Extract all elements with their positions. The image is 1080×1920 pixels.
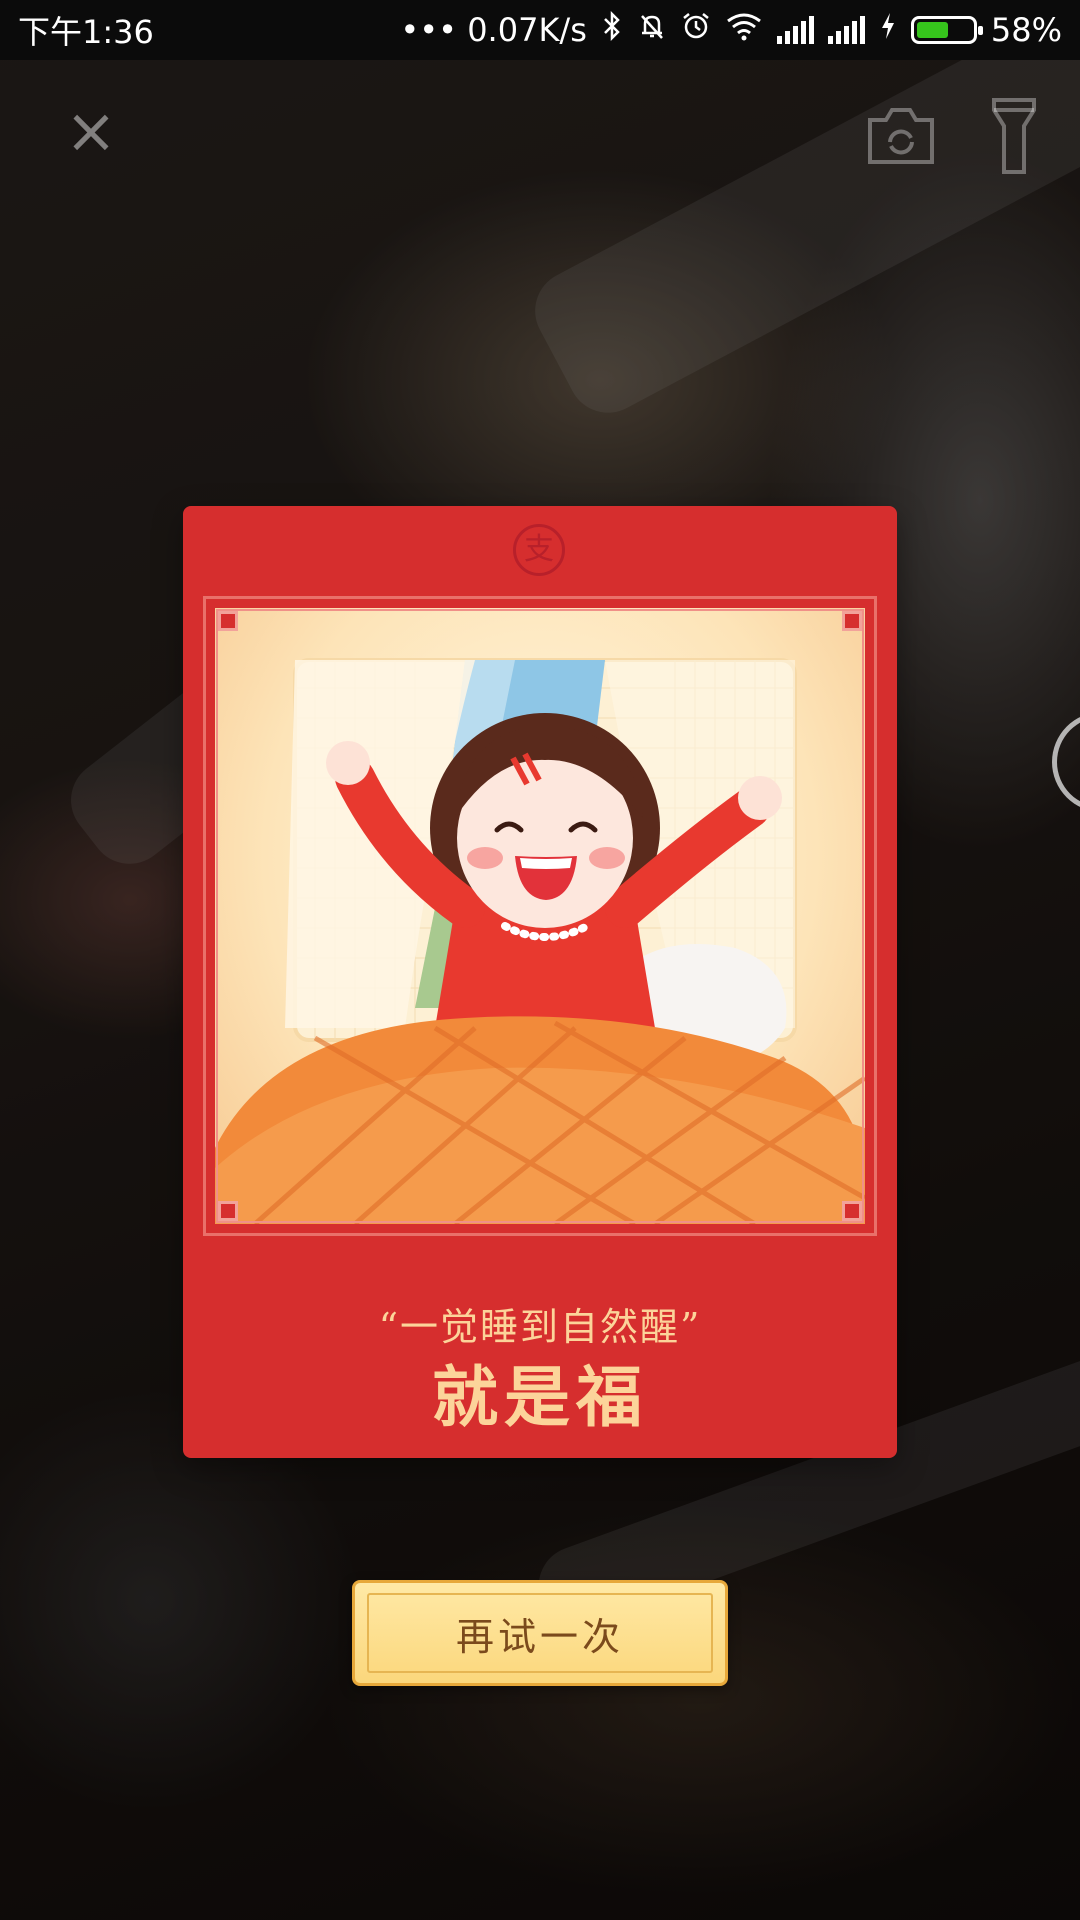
alarm-icon — [681, 11, 711, 49]
wifi-icon — [725, 11, 763, 49]
signal-icon — [827, 16, 865, 44]
card-border-frame — [203, 596, 877, 1236]
status-bar: 下午1:36 ••• 0.07K/s 58% — [0, 0, 1080, 60]
frame-corner — [842, 611, 862, 631]
card-quote: “一觉睡到自然醒” — [378, 1305, 702, 1349]
card-inner-frame — [216, 609, 864, 1223]
network-speed: ••• 0.07K/s — [400, 11, 587, 49]
charging-icon — [879, 11, 897, 49]
signal-icon — [776, 16, 814, 44]
card-blessing: 就是福 — [432, 1358, 648, 1436]
retry-button[interactable]: 再试一次 — [352, 1580, 728, 1686]
alipay-seal-icon: 支 — [513, 524, 565, 576]
camera-switch-icon[interactable] — [866, 104, 936, 166]
frame-corner — [218, 611, 238, 631]
retry-button-label: 再试一次 — [455, 1614, 624, 1659]
bluetooth-icon — [601, 10, 623, 49]
frame-corner — [218, 1201, 238, 1221]
battery-icon — [910, 16, 983, 44]
close-icon[interactable]: × — [62, 100, 120, 162]
flashlight-icon[interactable] — [990, 96, 1038, 176]
status-time: 下午1:36 — [18, 13, 154, 51]
battery-fill — [916, 22, 949, 38]
frame-corner — [842, 1201, 862, 1221]
battery-percent: 58% — [990, 11, 1062, 49]
mute-icon — [637, 11, 667, 49]
fortune-card: 支 “一觉睡到自然醒” 就是福 — [183, 506, 897, 1458]
